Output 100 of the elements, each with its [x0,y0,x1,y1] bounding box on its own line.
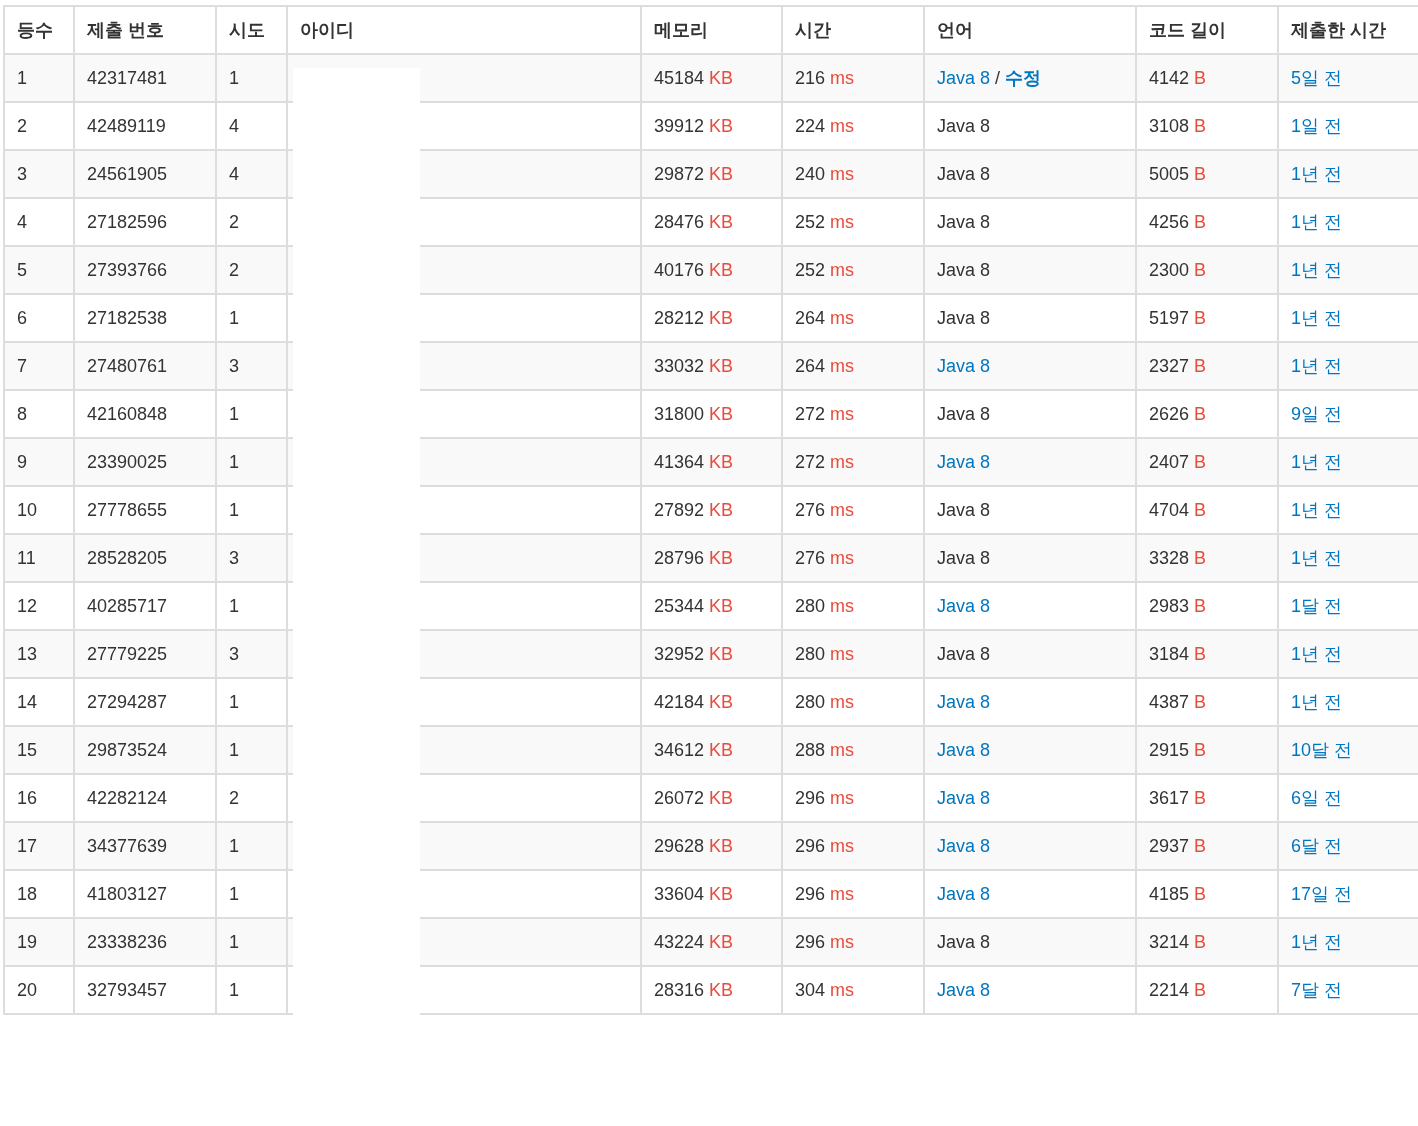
column-header: 등수 [4,6,74,54]
column-header: 언어 [924,6,1136,54]
language-text: Java 8 [937,547,991,568]
code-length-value: 2937 [1149,835,1190,856]
submitted-time-link[interactable]: 1년 전 [1291,164,1342,184]
language-link[interactable]: Java 8 [937,739,991,760]
submitted-time-link[interactable]: 10달 전 [1291,740,1353,760]
submission-cell: 24561905 [74,150,216,198]
submitted-time-link[interactable]: 7달 전 [1291,980,1342,1000]
submitted-time-link[interactable]: 1일 전 [1291,116,1342,136]
language-link[interactable]: Java 8 [937,355,991,376]
code-length-value: 4185 [1149,883,1190,904]
rank-cell: 13 [4,630,74,678]
submitted-time-link[interactable]: 1년 전 [1291,260,1342,280]
unit-label: B [1194,595,1207,616]
code-length-value: 2626 [1149,403,1190,424]
code-length-value: 4704 [1149,499,1190,520]
submitted-time-link[interactable]: 1년 전 [1291,932,1342,952]
submitted-time-link[interactable]: 5일 전 [1291,68,1342,88]
submission-cell: 28528205 [74,534,216,582]
language-link[interactable]: Java 8 [937,691,991,712]
memory-value: 34612 [654,739,705,760]
code-length-value: 5197 [1149,307,1190,328]
code-length-value: 2300 [1149,259,1190,280]
tries-cell: 3 [216,534,287,582]
time-value: 280 [795,595,826,616]
language-link[interactable]: Java 8 [937,595,991,616]
unit-label: B [1194,451,1207,472]
submitted-time-link[interactable]: 6일 전 [1291,788,1342,808]
memory-value: 41364 [654,451,705,472]
unit-label: ms [830,163,855,184]
unit-label: B [1194,307,1207,328]
code-length-value: 2327 [1149,355,1190,376]
submitted-time-link[interactable]: 1년 전 [1291,644,1342,664]
unit-label: KB [709,595,734,616]
language-text: Java 8 [937,115,991,136]
unit-label: B [1194,259,1207,280]
unit-label: KB [709,643,734,664]
memory-value: 39912 [654,115,705,136]
memory-value: 28796 [654,547,705,568]
language-link[interactable]: Java 8 [937,883,991,904]
code-length-value: 4256 [1149,211,1190,232]
submitted-time-link[interactable]: 9일 전 [1291,404,1342,424]
submission-cell: 32793457 [74,966,216,1014]
tries-cell: 1 [216,822,287,870]
unit-label: B [1194,835,1207,856]
submitted-time-link[interactable]: 1년 전 [1291,212,1342,232]
language-link[interactable]: Java 8 [937,979,991,1000]
submitted-time-link[interactable]: 1년 전 [1291,452,1342,472]
time-value: 264 [795,307,826,328]
language-text: Java 8 [937,403,991,424]
rank-cell: 3 [4,150,74,198]
unit-label: KB [709,211,734,232]
language-text: Java 8 [937,931,991,952]
unit-label: ms [830,355,855,376]
time-value: 296 [795,787,826,808]
edit-link[interactable]: 수정 [1005,68,1042,88]
language-link[interactable]: Java 8 [937,787,991,808]
unit-label: KB [709,979,734,1000]
memory-value: 25344 [654,595,705,616]
memory-value: 33032 [654,355,705,376]
language-link[interactable]: Java 8 [937,451,991,472]
time-value: 264 [795,355,826,376]
unit-label: B [1194,67,1207,88]
rank-cell: 1 [4,54,74,102]
submitted-time-link[interactable]: 1년 전 [1291,308,1342,328]
unit-label: ms [830,691,855,712]
submitted-time-link[interactable]: 1년 전 [1291,548,1342,568]
unit-label: KB [709,499,734,520]
unit-label: B [1194,163,1207,184]
submitted-time-link[interactable]: 17일 전 [1291,884,1353,904]
unit-label: ms [830,787,855,808]
rank-cell: 9 [4,438,74,486]
submitted-time-link[interactable]: 1달 전 [1291,596,1342,616]
submitted-time-link[interactable]: 1년 전 [1291,356,1342,376]
code-length-value: 3617 [1149,787,1190,808]
unit-label: KB [709,691,734,712]
submitted-time-link[interactable]: 6달 전 [1291,836,1342,856]
time-value: 304 [795,979,826,1000]
memory-value: 40176 [654,259,705,280]
submitted-time-link[interactable]: 1년 전 [1291,692,1342,712]
unit-label: B [1194,547,1207,568]
code-length-value: 3108 [1149,115,1190,136]
language-link[interactable]: Java 8 [937,835,991,856]
time-value: 276 [795,499,826,520]
memory-value: 26072 [654,787,705,808]
language-text: Java 8 [937,307,991,328]
submitted-time-link[interactable]: 1년 전 [1291,500,1342,520]
unit-label: ms [830,211,855,232]
time-value: 252 [795,211,826,232]
memory-value: 29872 [654,163,705,184]
unit-label: B [1194,643,1207,664]
language-link[interactable]: Java 8 [937,68,991,88]
time-value: 272 [795,403,826,424]
memory-value: 31800 [654,403,705,424]
language-text: Java 8 [937,163,991,184]
unit-label: KB [709,67,734,88]
memory-value: 28316 [654,979,705,1000]
memory-value: 33604 [654,883,705,904]
unit-label: KB [709,931,734,952]
